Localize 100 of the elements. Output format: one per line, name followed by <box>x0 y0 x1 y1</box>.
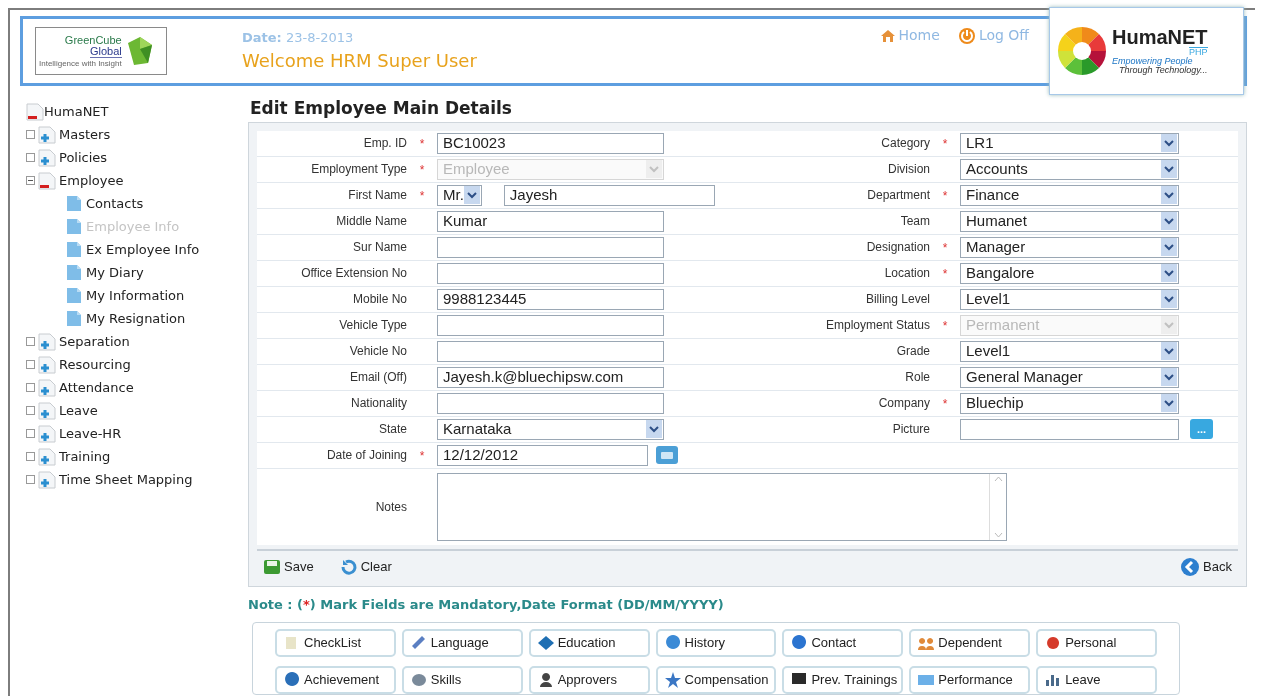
section-tab[interactable]: History <box>655 629 777 657</box>
section-tab[interactable]: Contact <box>782 629 904 657</box>
folder-plus-icon <box>38 332 56 351</box>
tree-item[interactable]: My Diary <box>86 262 144 283</box>
tree-item[interactable]: Leave <box>59 400 98 421</box>
power-icon <box>957 26 976 45</box>
tree-item[interactable]: Leave-HR <box>59 423 122 444</box>
notes-textarea[interactable] <box>437 472 1007 541</box>
tree-item[interactable]: Training <box>59 446 111 467</box>
section-tab[interactable]: Language <box>401 629 523 657</box>
field-label: Mobile No <box>351 291 407 308</box>
scroll-up-icon[interactable] <box>993 475 1003 482</box>
tree-item[interactable]: My Information <box>86 285 185 306</box>
expand-icon[interactable] <box>26 383 35 392</box>
field-label: Emp. ID <box>362 135 407 152</box>
required-mark: * <box>942 189 948 203</box>
dropdown[interactable]: Accounts <box>960 158 1179 180</box>
page-icon <box>66 264 82 281</box>
required-mark: * <box>419 449 425 463</box>
section-tab[interactable]: Dependent <box>909 629 1031 657</box>
field-label: Date of Joining <box>325 447 407 464</box>
input-field[interactable]: 9988123445 <box>437 288 664 310</box>
input-field[interactable] <box>437 314 664 336</box>
expand-icon[interactable] <box>26 153 35 162</box>
tree-item[interactable]: Contacts <box>86 193 144 214</box>
input-field[interactable] <box>437 262 664 284</box>
section-tab[interactable]: Skills <box>401 666 523 694</box>
field-label: Division <box>887 161 930 178</box>
input-field[interactable]: 12/12/2012 <box>437 444 648 466</box>
input-field[interactable]: BC10023 <box>437 132 664 154</box>
folder-plus-icon <box>38 125 56 144</box>
section-tab[interactable]: Personal <box>1036 629 1157 657</box>
expand-icon[interactable] <box>26 360 35 369</box>
field-label: Email (Off) <box>348 369 407 386</box>
expand-icon[interactable] <box>26 337 35 346</box>
field-label: Sur Name <box>351 239 407 256</box>
dropdown[interactable]: Level1 <box>960 340 1179 362</box>
dropdown[interactable]: Level1 <box>960 288 1179 310</box>
tree-item[interactable]: Attendance <box>59 377 134 398</box>
dropdown[interactable]: Humanet <box>960 210 1179 232</box>
dropdown[interactable]: LR1 <box>960 132 1179 154</box>
section-tab[interactable]: Prev. Trainings <box>782 666 904 694</box>
save-button[interactable]: Save <box>263 556 314 577</box>
color-wheel-icon <box>1056 25 1108 77</box>
caret-icon <box>1161 160 1177 178</box>
field-label: Role <box>904 369 930 386</box>
clear-button[interactable]: Clear <box>339 556 392 577</box>
dropdown[interactable]: Mr. <box>437 184 482 206</box>
input-field[interactable] <box>960 418 1179 440</box>
page-icon <box>66 218 82 235</box>
section-tab[interactable]: Achievement <box>275 666 396 694</box>
field-label: State <box>377 421 407 438</box>
tree-item[interactable]: Time Sheet Mapping <box>59 469 193 490</box>
dropdown[interactable]: Bangalore <box>960 262 1179 284</box>
collapse-icon[interactable] <box>26 176 35 185</box>
back-button[interactable]: Back <box>1180 556 1232 577</box>
field-label: Vehicle Type <box>338 317 407 334</box>
dropdown[interactable]: Bluechip <box>960 392 1179 414</box>
field-label: Grade <box>895 343 930 360</box>
required-mark: * <box>419 189 425 203</box>
input-field[interactable] <box>437 392 664 414</box>
tree-item[interactable]: Masters <box>59 124 111 145</box>
expand-icon[interactable] <box>26 452 35 461</box>
tree-item[interactable]: Ex Employee Info <box>86 239 200 260</box>
caret-icon <box>1161 212 1177 230</box>
tree-item[interactable]: My Resignation <box>86 308 186 329</box>
date-text: Date: 23-8-2013 <box>242 28 355 47</box>
field-label: Designation <box>865 239 930 256</box>
input-field[interactable] <box>437 340 664 362</box>
section-tab[interactable]: Approvers <box>528 666 650 694</box>
star-icon <box>663 671 682 689</box>
expand-icon[interactable] <box>26 130 35 139</box>
scroll-down-icon[interactable] <box>993 531 1003 538</box>
tree-item[interactable]: Separation <box>59 331 130 352</box>
expand-icon[interactable] <box>26 475 35 484</box>
tree-item[interactable]: Resourcing <box>59 354 131 375</box>
section-tab[interactable]: Performance <box>909 666 1031 694</box>
tree-item[interactable]: HumaNET <box>44 101 109 122</box>
input-field[interactable] <box>437 236 664 258</box>
input-field[interactable]: Jayesh <box>503 184 715 206</box>
input-field[interactable]: Kumar <box>437 210 664 232</box>
dropdown[interactable]: General Manager <box>960 366 1179 388</box>
dropdown[interactable]: Manager <box>960 236 1179 258</box>
section-tab[interactable]: Education <box>528 629 650 657</box>
dropdown[interactable]: Finance <box>960 184 1179 206</box>
field-label: Office Extension No <box>300 265 407 282</box>
calendar-button[interactable] <box>656 446 678 464</box>
expand-icon[interactable] <box>26 406 35 415</box>
input-field[interactable]: Jayesh.k@bluechipsw.com <box>437 366 664 388</box>
section-tab[interactable]: CheckList <box>275 629 396 657</box>
tree-item[interactable]: Policies <box>59 147 108 168</box>
tree-item[interactable]: Employee <box>59 170 124 191</box>
section-tab[interactable]: Leave <box>1036 666 1157 694</box>
section-tab[interactable]: Compensation <box>655 666 777 694</box>
field-label: Company <box>877 395 930 412</box>
caret-icon <box>1161 290 1177 308</box>
expand-icon[interactable] <box>26 429 35 438</box>
folder-plus-icon <box>38 148 56 167</box>
dropdown[interactable]: Karnataka <box>437 418 664 440</box>
refresh-icon <box>339 557 358 576</box>
